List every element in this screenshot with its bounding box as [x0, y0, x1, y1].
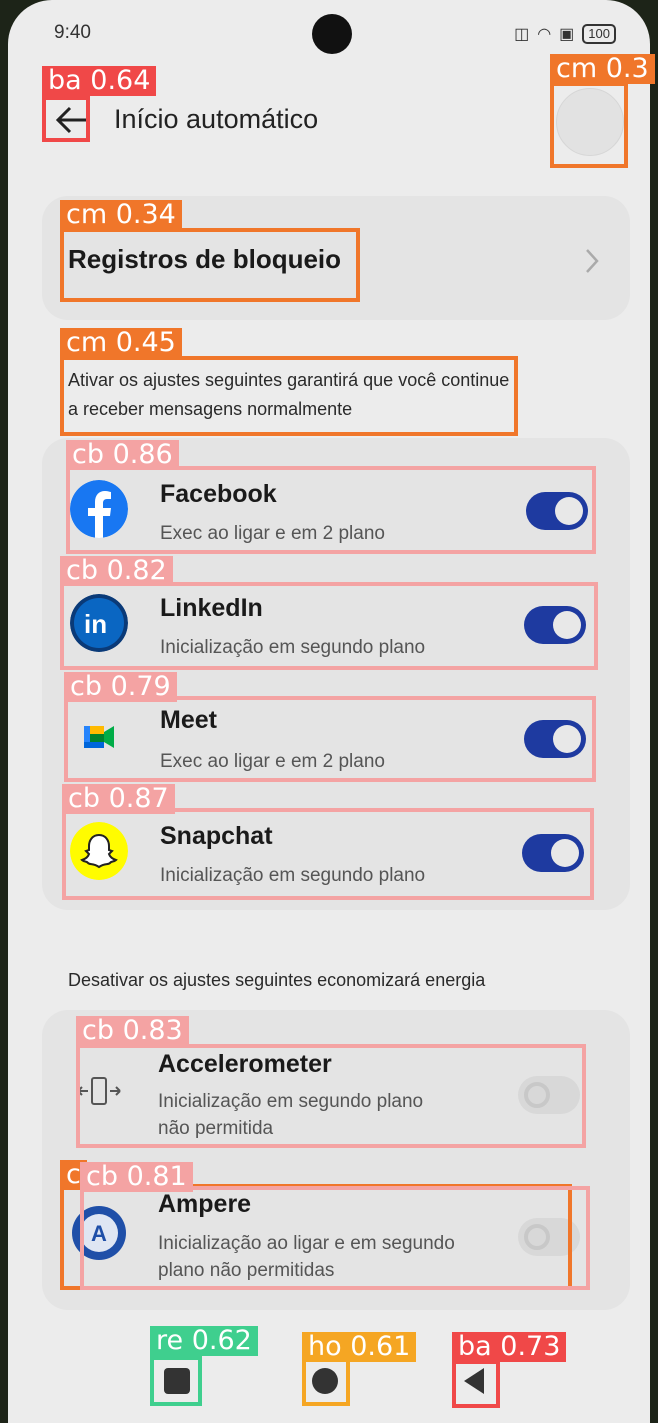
detection-label: cm 0.45: [60, 328, 182, 358]
detection-label: ba 0.73: [452, 1332, 567, 1362]
detection-label: cb 0.86: [66, 440, 179, 470]
detection-label: cb 0.82: [60, 556, 173, 586]
detection-box: [60, 228, 360, 302]
sim-icon: ▣: [559, 26, 575, 43]
front-camera: [312, 14, 352, 54]
wifi-icon: ◠: [537, 26, 552, 43]
status-time: 9:40: [54, 22, 91, 43]
detection-box: [42, 96, 90, 142]
nfc-icon: ◫: [514, 26, 530, 43]
detection-box: [302, 1358, 350, 1406]
detection-box: [80, 1186, 590, 1290]
detection-label: cb 0.81: [80, 1162, 193, 1192]
detection-box: [62, 808, 594, 900]
detection-box: [64, 696, 596, 782]
detection-label: cm 0.34: [60, 200, 182, 230]
detection-label: re 0.62: [150, 1326, 258, 1356]
detection-box: [550, 82, 628, 168]
page-title: Início automático: [114, 104, 319, 134]
detection-label: cb 0.87: [62, 784, 175, 814]
detection-box: [60, 582, 598, 670]
detection-label: cm 0.3: [550, 54, 655, 84]
detection-box: [60, 356, 518, 436]
detection-label: ho 0.61: [302, 1332, 417, 1362]
battery-indicator: 100: [582, 24, 616, 44]
detection-label: cb 0.83: [76, 1016, 189, 1046]
chevron-right-icon: [586, 249, 599, 273]
detection-box: [452, 1360, 500, 1408]
detection-box: [150, 1356, 202, 1406]
detection-label: ba 0.64: [42, 66, 157, 96]
detection-box: [76, 1044, 586, 1148]
status-icons: ◫ ◠ ▣ 100: [514, 24, 616, 44]
detection-label: cb 0.79: [64, 672, 177, 702]
disable-heading: Desativar os ajustes seguintes economiza…: [68, 970, 486, 990]
detection-box: [66, 466, 596, 554]
